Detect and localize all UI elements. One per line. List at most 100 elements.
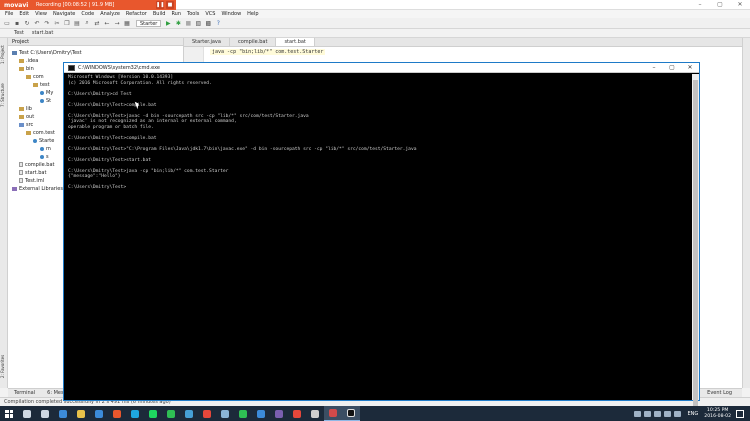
menu-item-view[interactable]: View (32, 11, 50, 17)
tree-item[interactable]: .idea (19, 57, 38, 64)
copy-icon[interactable]: ❐ (63, 19, 71, 27)
terminal-tool-tab[interactable]: Terminal (8, 390, 41, 396)
menu-item-edit[interactable]: Edit (16, 11, 32, 17)
taskbar-movavi-button[interactable] (108, 406, 126, 421)
menu-item-file[interactable]: File (2, 11, 16, 17)
tree-item[interactable]: test (33, 81, 50, 88)
build-icon[interactable]: ▦ (123, 19, 131, 27)
taskbar-app-5-button[interactable] (270, 406, 288, 421)
project-panel-title[interactable]: Project (12, 39, 29, 45)
cmd-scrollbar[interactable] (692, 74, 699, 408)
breadcrumb-file[interactable]: start.bat (28, 30, 57, 36)
cmd-minimize-icon[interactable]: – (645, 63, 663, 73)
taskbar-explorer-button[interactable] (72, 406, 90, 421)
tray-app-icon[interactable] (643, 410, 651, 417)
find-icon[interactable]: ⌕ (83, 19, 91, 27)
tree-item[interactable]: src (19, 121, 33, 128)
taskbar-chrome-button[interactable] (198, 406, 216, 421)
debug-icon[interactable]: ✱ (174, 19, 182, 27)
menu-item-window[interactable]: Window (218, 11, 244, 17)
undo-icon[interactable]: ↶ (33, 19, 41, 27)
tree-item[interactable]: St (40, 97, 51, 104)
menu-item-vcs[interactable]: VCS (202, 11, 218, 17)
open-icon[interactable]: ▭ (3, 19, 11, 27)
tree-item[interactable]: compile.bat (19, 161, 55, 168)
editor-tab[interactable]: Starter.java (184, 38, 230, 46)
tree-item[interactable]: Test.iml (19, 177, 44, 184)
tree-item[interactable]: com (26, 73, 44, 80)
menu-item-tools[interactable]: Tools (184, 11, 202, 17)
editor-tab[interactable]: start.bat (276, 38, 315, 46)
language-indicator[interactable]: ENG (688, 411, 699, 417)
taskbar-app-2-button[interactable] (216, 406, 234, 421)
stop-button[interactable]: ■ (166, 1, 174, 9)
taskbar-app-8-button[interactable] (324, 406, 342, 421)
cmd-close-icon[interactable]: ✕ (681, 63, 699, 73)
help-icon[interactable]: ? (214, 19, 222, 27)
menu-item-run[interactable]: Run (168, 11, 184, 17)
taskbar-app-1-button[interactable] (180, 406, 198, 421)
network-icon[interactable] (653, 410, 661, 417)
structure-tool-tab[interactable]: 7: Structure (0, 78, 8, 112)
taskbar-app-3-button[interactable] (234, 406, 252, 421)
cmd-titlebar[interactable]: C:\WINDOWS\system32\cmd.exe – ▢ ✕ (64, 63, 699, 73)
cmd-maximize-icon[interactable]: ▢ (663, 63, 681, 73)
start-button[interactable] (0, 406, 18, 421)
tray-up-icon[interactable] (633, 410, 641, 417)
tree-item[interactable]: bin (19, 65, 34, 72)
editor-tab[interactable]: compile.bat (230, 38, 277, 46)
menu-item-navigate[interactable]: Navigate (50, 11, 78, 17)
minimize-icon[interactable]: – (690, 0, 710, 10)
cmd-output[interactable]: Microsoft Windows [Version 10.0.14393] (c… (66, 74, 691, 400)
taskbar-cmd-button[interactable] (342, 406, 360, 421)
taskbar-spotify-button[interactable] (144, 406, 162, 421)
taskbar-app-7-button[interactable] (306, 406, 324, 421)
menu-item-refactor[interactable]: Refactor (123, 11, 150, 17)
tree-item[interactable]: My (40, 89, 53, 96)
pause-button[interactable]: ❚❚ (156, 1, 164, 9)
tree-item[interactable]: Starte (33, 137, 54, 144)
favorites-tool-tab[interactable]: 2: Favorites (0, 348, 8, 384)
replace-icon[interactable]: ⇄ (93, 19, 101, 27)
tree-item[interactable]: com.test (26, 129, 55, 136)
cmd-window[interactable]: C:\WINDOWS\system32\cmd.exe – ▢ ✕ Micros… (63, 62, 700, 408)
close-icon[interactable]: ✕ (730, 0, 750, 10)
battery-icon[interactable] (673, 410, 681, 417)
editor-code-line[interactable]: java -cp "bin;lib/*" com.test.Starter (210, 49, 326, 55)
volume-icon[interactable] (663, 410, 671, 417)
tree-item[interactable]: Test C:\Users\Dmitry\Test (12, 49, 82, 56)
tree-item[interactable]: lib (19, 105, 32, 112)
sync-icon[interactable]: ↻ (23, 19, 31, 27)
taskbar-whatsapp-button[interactable] (162, 406, 180, 421)
taskbar-store-button[interactable] (90, 406, 108, 421)
menu-item-analyze[interactable]: Analyze (97, 11, 123, 17)
forward-icon[interactable]: → (113, 19, 121, 27)
redo-icon[interactable]: ↷ (43, 19, 51, 27)
taskbar-app-4-button[interactable] (252, 406, 270, 421)
tree-item[interactable]: m (40, 145, 51, 152)
cut-icon[interactable]: ✂ (53, 19, 61, 27)
back-icon[interactable]: ← (103, 19, 111, 27)
menu-item-help[interactable]: Help (244, 11, 261, 17)
menu-item-build[interactable]: Build (150, 11, 169, 17)
project-tool-tab[interactable]: 1: Project (0, 40, 8, 70)
taskbar-task-view-button[interactable] (36, 406, 54, 421)
tree-item[interactable]: External Libraries (12, 185, 63, 192)
clock[interactable]: 10:25 PM 2016-08-02 (704, 408, 731, 419)
stop-icon[interactable]: ■ (184, 19, 192, 27)
menu-item-code[interactable]: Code (78, 11, 97, 17)
tree-item[interactable]: s (40, 153, 49, 160)
tree-item[interactable]: start.bat (19, 169, 46, 176)
tree-item[interactable]: out (19, 113, 34, 120)
taskbar-skype-button[interactable] (126, 406, 144, 421)
taskbar-app-6-button[interactable] (288, 406, 306, 421)
taskbar-search-button[interactable] (18, 406, 36, 421)
run-icon[interactable]: ▶ (164, 19, 172, 27)
maximize-icon[interactable]: ▢ (710, 0, 730, 10)
notifications-icon[interactable] (736, 409, 744, 418)
paste-icon[interactable]: ▤ (73, 19, 81, 27)
project-structure-icon[interactable]: ▧ (194, 19, 202, 27)
run-config-select[interactable]: Starter (136, 19, 162, 27)
breadcrumb-project[interactable]: Test (10, 30, 28, 36)
save-icon[interactable]: ▪ (13, 19, 21, 27)
